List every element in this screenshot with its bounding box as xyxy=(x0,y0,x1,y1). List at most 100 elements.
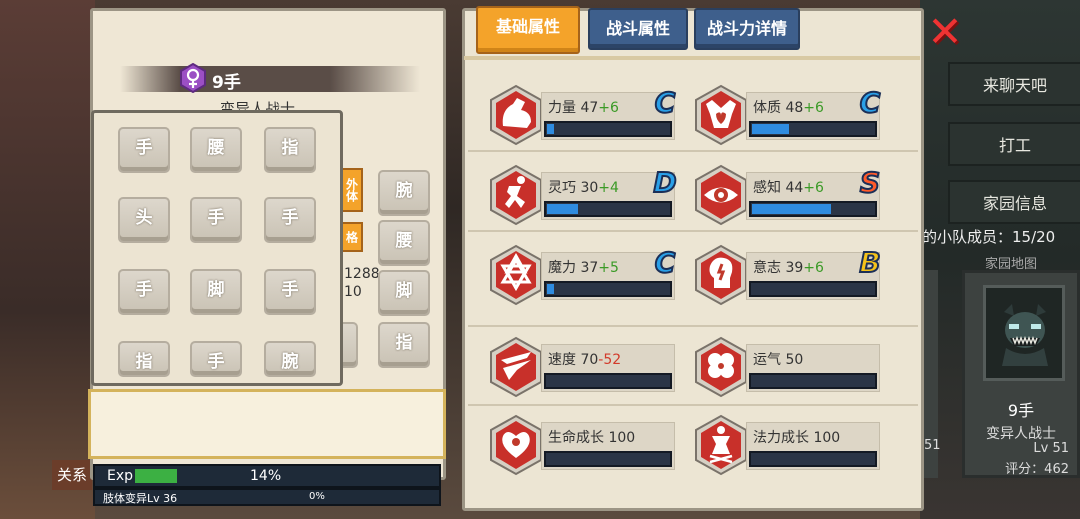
part-slot[interactable]: 指 xyxy=(118,341,170,377)
tab-combat-power-details[interactable]: 战斗力详情 xyxy=(694,8,800,50)
home-info-button[interactable]: 家园信息 xyxy=(948,180,1080,224)
monster-avatar-icon xyxy=(1002,304,1048,366)
part-slot[interactable]: 手 xyxy=(190,197,242,243)
side-number-2: 10 xyxy=(344,284,362,300)
muscle-arm-icon xyxy=(490,84,542,146)
part-slot[interactable]: 手 xyxy=(118,127,170,173)
close-icon[interactable]: ✕ xyxy=(925,11,965,53)
mutation-level-label: 肢体变异Lv 36 xyxy=(103,492,178,505)
part-slot-foot-right[interactable]: 脚 xyxy=(378,270,430,316)
member-class: 变异人战士 xyxy=(986,426,1056,442)
part-slot-wrist-right[interactable]: 腕 xyxy=(378,170,430,216)
stat-block[interactable]: 力量 47+6 C xyxy=(487,84,687,146)
stat-value: 37 xyxy=(580,260,599,276)
stat-bar xyxy=(544,373,672,389)
stat-bar xyxy=(749,451,877,467)
team-member-count: 的小队成员：15/20 xyxy=(922,228,1056,246)
grade-badge: C xyxy=(654,246,677,280)
eye-icon xyxy=(695,164,747,226)
stat-box: 速度 70-52 xyxy=(541,344,675,392)
stat-box: 生命成长 100 xyxy=(541,422,675,470)
part-slot[interactable]: 头 xyxy=(118,197,170,243)
grade-badge: B xyxy=(858,246,881,280)
part-slot[interactable]: 手 xyxy=(190,341,242,377)
stat-block[interactable]: 魔力 37+5 C xyxy=(487,244,687,306)
part-slot-waist-right[interactable]: 腰 xyxy=(378,220,430,266)
divider xyxy=(468,230,918,232)
stat-bonus: -52 xyxy=(598,352,622,368)
stat-block[interactable]: 法力成长 100 xyxy=(692,414,892,476)
member-score: 评分：462 xyxy=(1005,462,1069,477)
stat-value: 39 xyxy=(785,260,804,276)
stat-value: 48 xyxy=(785,100,804,116)
grade-badge: S xyxy=(859,166,881,200)
mutation-level-percent: 0% xyxy=(309,491,325,502)
stat-bar xyxy=(544,451,672,467)
stat-bar xyxy=(749,281,877,297)
part-slot[interactable]: 指 xyxy=(264,127,316,173)
stat-block[interactable]: 意志 39+6 B xyxy=(692,244,892,306)
body-heart-icon xyxy=(695,84,747,146)
part-slot[interactable]: 脚 xyxy=(190,269,242,315)
stat-label: 意志 39+6 xyxy=(753,257,824,277)
stat-box: 力量 47+6 C xyxy=(541,86,676,140)
member-name: 9手 xyxy=(1007,401,1035,420)
stat-bar-fill xyxy=(547,124,554,134)
part-slot[interactable]: 手 xyxy=(264,269,316,315)
work-button[interactable]: 打工 xyxy=(948,122,1080,166)
hexagram-icon xyxy=(490,244,542,306)
grade-badge: D xyxy=(652,166,677,200)
stat-bar xyxy=(749,201,877,217)
side-number-1: 1288 xyxy=(344,266,380,282)
team-member-card[interactable]: 9手 变异人战士 Lv 51 评分：462 xyxy=(962,270,1080,478)
stat-name: 体质 xyxy=(753,100,781,116)
stat-box: 灵巧 30+4 D xyxy=(541,166,678,220)
stat-block[interactable]: 生命成长 100 xyxy=(487,414,687,476)
frame-tab[interactable]: 格 xyxy=(341,222,363,252)
grade-badge: C xyxy=(859,86,882,120)
part-slot[interactable]: 手 xyxy=(264,197,316,243)
stat-value: 50 xyxy=(785,352,804,368)
stat-block[interactable]: 灵巧 30+4 D xyxy=(487,164,687,226)
exp-percent: 14% xyxy=(250,468,282,484)
name-banner xyxy=(120,66,420,92)
stat-name: 速度 xyxy=(548,352,576,368)
part-slot[interactable]: 腰 xyxy=(190,127,242,173)
runner-icon xyxy=(490,164,542,226)
part-slot-finger-right[interactable]: 指 xyxy=(378,322,430,368)
left-world-strip xyxy=(0,0,95,519)
part-slot[interactable]: 手 xyxy=(118,269,170,315)
stat-label: 魔力 37+5 xyxy=(548,257,619,277)
stat-name: 运气 xyxy=(753,352,781,368)
stat-block[interactable]: 速度 70-52 xyxy=(487,336,687,398)
stat-box: 体质 48+6 C xyxy=(746,86,881,140)
tab-divider xyxy=(464,56,920,60)
stat-block[interactable]: 体质 48+6 C xyxy=(692,84,892,146)
chat-button[interactable]: 来聊天吧 xyxy=(948,62,1080,106)
part-slot[interactable]: 腕 xyxy=(264,341,316,377)
stat-bar xyxy=(544,201,672,217)
tab-basic-attributes[interactable]: 基础属性 xyxy=(476,6,580,54)
mana-figure-icon xyxy=(695,414,747,476)
stat-label: 法力成长 100 xyxy=(753,427,840,447)
stat-bonus: +6 xyxy=(803,100,824,116)
stat-name: 意志 xyxy=(753,260,781,276)
stat-name: 灵巧 xyxy=(548,180,576,196)
exp-fill xyxy=(135,469,177,483)
stat-label: 灵巧 30+4 xyxy=(548,177,619,197)
stat-box: 感知 44+6 S xyxy=(746,166,881,220)
stat-label: 运气 50 xyxy=(753,349,803,369)
stat-bar xyxy=(544,121,672,137)
body-tab[interactable]: 外体 xyxy=(341,168,363,212)
speed-wing-icon xyxy=(490,336,542,398)
tab-combat-attributes[interactable]: 战斗属性 xyxy=(588,8,688,50)
stat-block[interactable]: 运气 50 xyxy=(692,336,892,398)
stat-name: 感知 xyxy=(753,180,781,196)
stat-block[interactable]: 感知 44+6 S xyxy=(692,164,892,226)
stat-box: 意志 39+6 B xyxy=(746,246,882,300)
description-box xyxy=(88,389,446,459)
stat-bonus: +6 xyxy=(803,260,824,276)
divider xyxy=(468,150,918,152)
relation-tab[interactable]: 关系 xyxy=(52,460,92,490)
stat-bar-fill xyxy=(547,204,578,214)
